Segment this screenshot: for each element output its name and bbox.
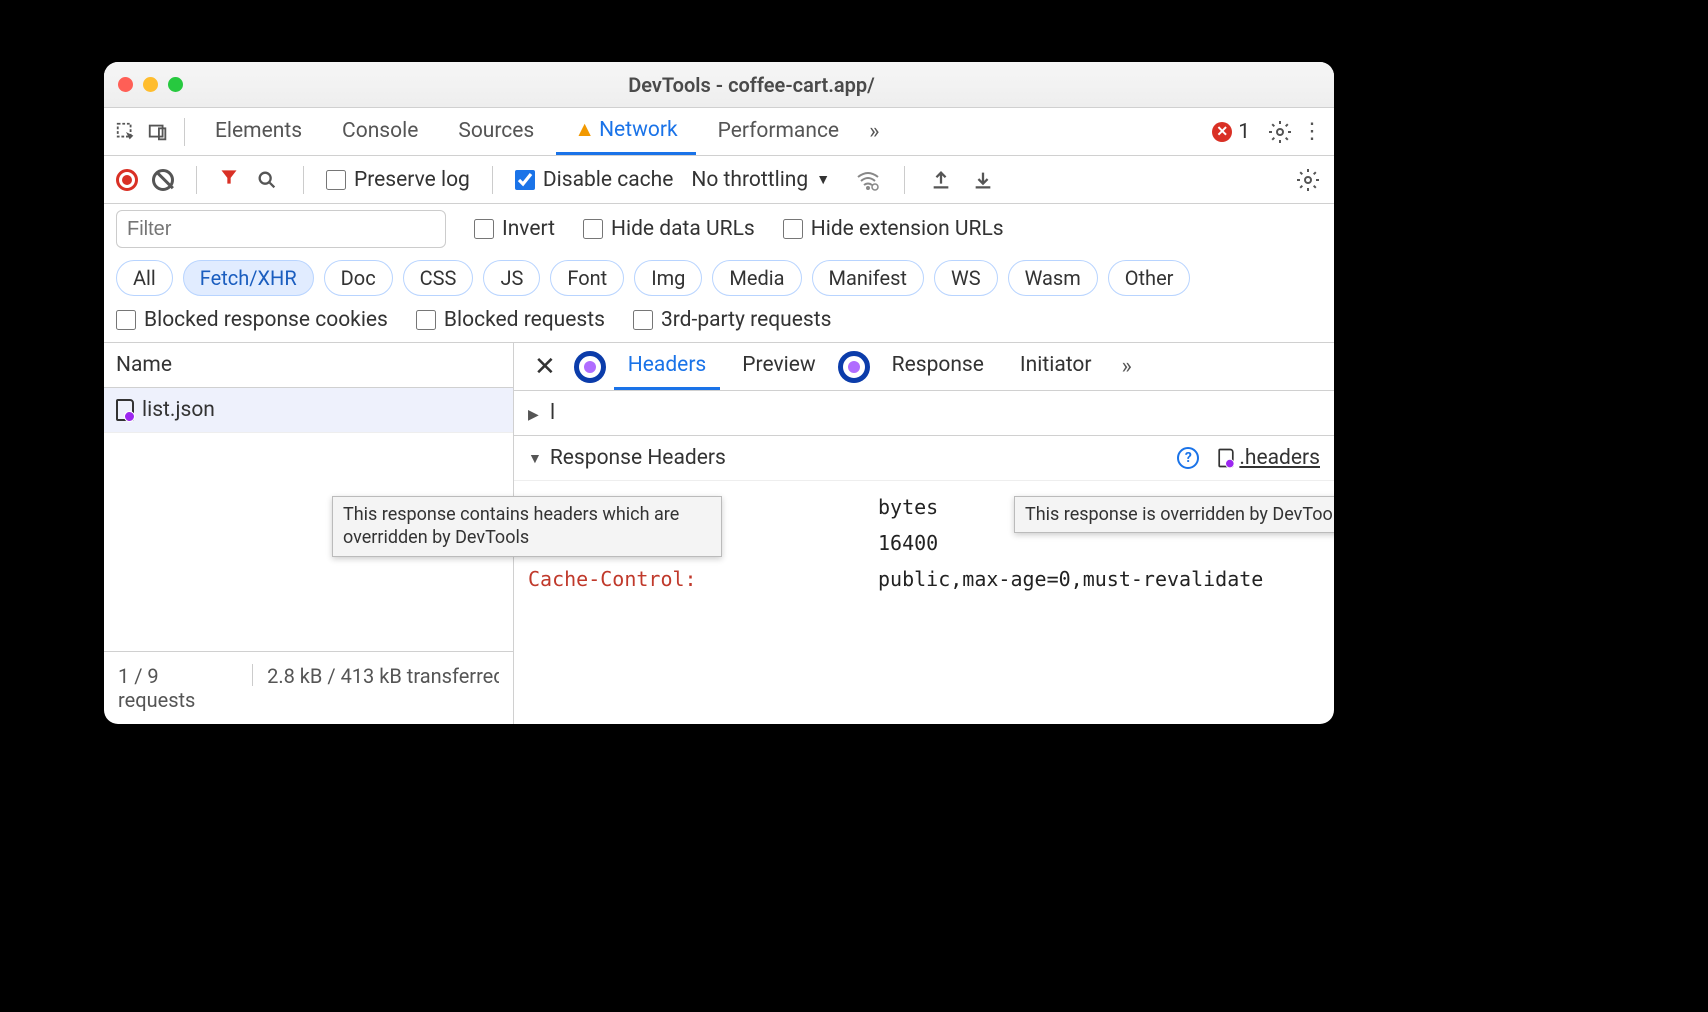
pill-manifest[interactable]: Manifest <box>812 260 924 296</box>
divider <box>492 166 493 194</box>
chevron-right-icon: ▶ <box>528 407 539 423</box>
divider <box>196 166 197 194</box>
preserve-log-checkbox[interactable]: Preserve log <box>326 168 470 192</box>
minimize-button[interactable] <box>143 77 158 92</box>
file-override-icon <box>116 399 134 421</box>
divider <box>184 118 185 146</box>
pill-media[interactable]: Media <box>712 260 801 296</box>
throttling-select[interactable]: No throttling▼ <box>691 168 830 192</box>
zoom-button[interactable] <box>168 77 183 92</box>
response-headers-label: Response Headers <box>550 446 726 470</box>
detail-tabs: ✕ Headers Preview Response Initiator » <box>514 343 1334 391</box>
chevron-down-icon: ▼ <box>528 450 542 467</box>
status-bar: 1 / 9 requests 2.8 kB / 413 kB transferr… <box>104 651 513 724</box>
error-count: 1 <box>1238 120 1250 144</box>
titlebar: DevTools - coffee-cart.app/ <box>104 62 1334 108</box>
tab-response[interactable]: Response <box>878 343 998 390</box>
filter-input[interactable] <box>116 210 446 248</box>
disable-cache-checkbox[interactable]: Disable cache <box>515 168 674 192</box>
network-settings-icon[interactable] <box>1294 166 1322 194</box>
blocked-requests-checkbox[interactable]: Blocked requests <box>416 308 605 332</box>
override-indicator-icon <box>838 351 870 383</box>
invert-checkbox[interactable]: Invert <box>474 217 555 241</box>
tab-elements[interactable]: Elements <box>197 109 320 155</box>
more-tabs-icon[interactable]: » <box>869 119 879 144</box>
tab-sources[interactable]: Sources <box>440 109 552 155</box>
upload-icon[interactable] <box>927 166 955 194</box>
settings-icon[interactable] <box>1266 118 1294 146</box>
general-section[interactable]: ▶ l <box>514 391 1334 436</box>
pill-css[interactable]: CSS <box>403 260 474 296</box>
network-toolbar: Preserve log Disable cache No throttling… <box>104 156 1334 204</box>
error-icon: ✕ <box>1212 122 1232 142</box>
inspect-icon[interactable] <box>112 118 140 146</box>
override-indicator-icon <box>574 351 606 383</box>
clear-button[interactable] <box>152 169 174 191</box>
request-filename: list.json <box>142 398 215 422</box>
headers-file-link[interactable]: .headers <box>1217 446 1320 470</box>
hide-extension-urls-checkbox[interactable]: Hide extension URLs <box>783 217 1004 241</box>
tab-console[interactable]: Console <box>324 109 436 155</box>
tab-initiator[interactable]: Initiator <box>1006 343 1106 390</box>
window-title: DevTools - coffee-cart.app/ <box>183 73 1320 97</box>
extra-checks-row: Blocked response cookies Blocked request… <box>104 302 1334 343</box>
devtools-window: DevTools - coffee-cart.app/ Elements Con… <box>104 62 1334 724</box>
transfer-size: 2.8 kB / 413 kB transferred <box>267 664 499 712</box>
tab-network[interactable]: ▲Network <box>556 108 695 155</box>
request-count: 1 / 9 requests <box>118 664 238 712</box>
pill-img[interactable]: Img <box>634 260 702 296</box>
record-button[interactable] <box>116 169 138 191</box>
filter-row: Invert Hide data URLs Hide extension URL… <box>104 204 1334 254</box>
divider <box>252 664 253 686</box>
download-icon[interactable] <box>969 166 997 194</box>
response-headers-section[interactable]: ▼ Response Headers ? .headers <box>514 436 1334 481</box>
pill-fetch-xhr[interactable]: Fetch/XHR <box>183 260 314 296</box>
filter-icon[interactable] <box>219 167 239 193</box>
hide-data-urls-checkbox[interactable]: Hide data URLs <box>583 217 755 241</box>
pill-font[interactable]: Font <box>550 260 624 296</box>
more-detail-tabs-icon[interactable]: » <box>1122 354 1132 379</box>
file-override-icon <box>1219 449 1234 468</box>
pill-all[interactable]: All <box>116 260 173 296</box>
header-row: Cache-Control:public,max-age=0,must-reva… <box>528 561 1320 597</box>
pill-other[interactable]: Other <box>1108 260 1191 296</box>
third-party-checkbox[interactable]: 3rd-party requests <box>633 308 831 332</box>
blocked-cookies-checkbox[interactable]: Blocked response cookies <box>116 308 388 332</box>
resource-type-pills: All Fetch/XHR Doc CSS JS Font Img Media … <box>104 254 1334 302</box>
tooltip: This response is overridden by DevTools <box>1014 496 1334 533</box>
request-row[interactable]: list.json <box>104 388 513 433</box>
divider <box>303 166 304 194</box>
tab-performance[interactable]: Performance <box>700 109 857 155</box>
pill-js[interactable]: JS <box>483 260 540 296</box>
divider <box>904 166 905 194</box>
pill-wasm[interactable]: Wasm <box>1008 260 1098 296</box>
tooltip: This response contains headers which are… <box>332 496 722 557</box>
tab-preview[interactable]: Preview <box>728 343 829 390</box>
help-icon[interactable]: ? <box>1177 447 1199 469</box>
main-tabs: Elements Console Sources ▲Network Perfor… <box>104 108 1334 156</box>
tab-headers[interactable]: Headers <box>614 343 720 390</box>
wifi-icon[interactable] <box>854 166 882 194</box>
traffic-lights <box>118 77 183 92</box>
error-badge[interactable]: ✕ 1 <box>1212 120 1250 144</box>
pill-doc[interactable]: Doc <box>324 260 393 296</box>
general-label: l <box>550 401 555 425</box>
device-toggle-icon[interactable] <box>144 118 172 146</box>
column-name-header[interactable]: Name <box>104 343 513 388</box>
kebab-icon[interactable]: ⋮ <box>1298 118 1326 146</box>
close-button[interactable] <box>118 77 133 92</box>
pill-ws[interactable]: WS <box>934 260 998 296</box>
search-icon[interactable] <box>253 166 281 194</box>
close-icon[interactable]: ✕ <box>524 352 566 382</box>
